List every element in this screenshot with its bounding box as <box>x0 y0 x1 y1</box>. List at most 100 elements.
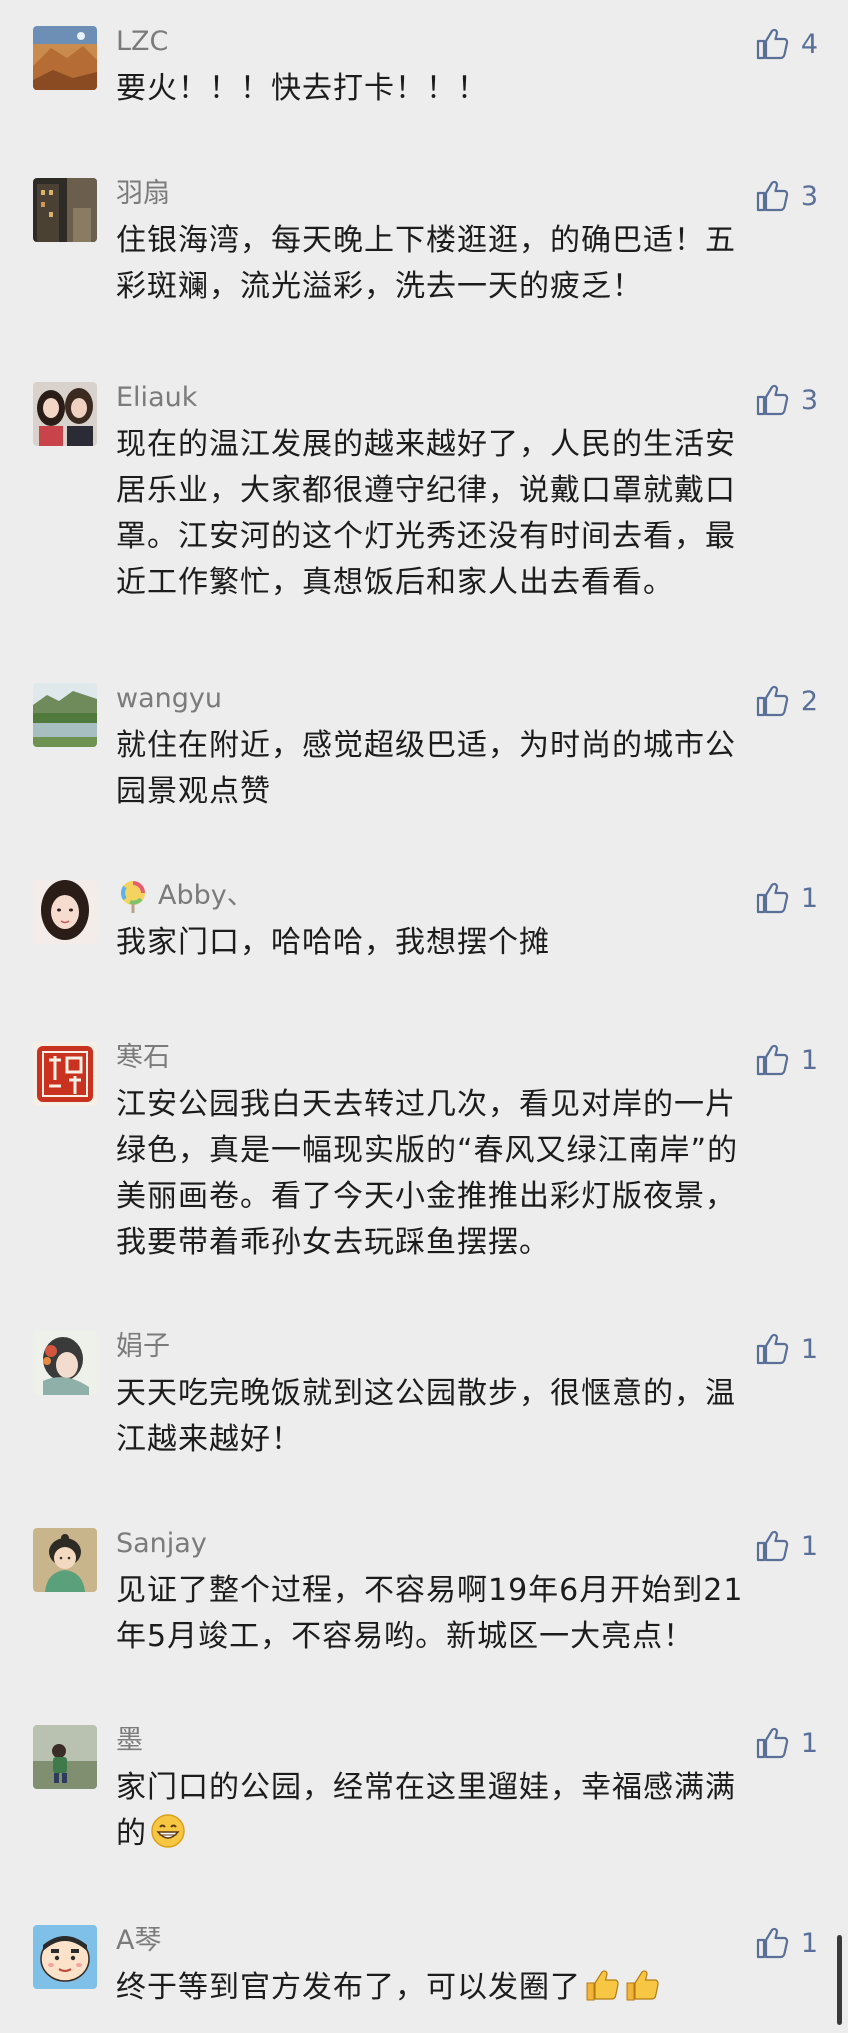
nickname-text[interactable]: Sanjay <box>116 1524 207 1564</box>
avatar[interactable] <box>33 1042 97 1106</box>
comment-text: 终于等到官方发布了，可以发圈了 <box>116 1965 816 2011</box>
comment-text: 天天吃完晚饭就到这公园散步，很惬意的，温 江越来越好！ <box>116 1371 816 1463</box>
thumbs-up-icon <box>756 1727 789 1759</box>
nickname-text[interactable]: 娟子 <box>116 1327 170 1367</box>
grin-emoji-icon <box>149 1812 187 1850</box>
comment-line: 住银海湾，每天晚上下楼逛逛，的确巴适！五 <box>116 223 736 258</box>
comment-text: 我家门口，哈哈哈，我想摆个摊 <box>116 920 816 966</box>
comment-line: 绿色，真是一幅现实版的“春风又绿江南岸”的 <box>116 1133 739 1168</box>
comment-nickname[interactable]: wangyu <box>116 679 222 719</box>
avatar[interactable] <box>33 178 97 242</box>
comment-text: 住银海湾，每天晚上下楼逛逛，的确巴适！五 彩斑斓，流光溢彩，洗去一天的疲乏！ <box>116 218 816 310</box>
comment-line-text: 终于等到官方发布了，可以发圈了 <box>116 1970 581 2005</box>
comment-line: 就住在附近，感觉超级巴适，为时尚的城市公 <box>116 728 736 763</box>
nickname-text[interactable]: A琴 <box>116 1921 161 1961</box>
like-button[interactable]: 1 <box>755 1923 818 1963</box>
crayon-shinchan-avatar-icon <box>33 1925 97 1989</box>
comment-line: 近工作繁忙，真想饭后和家人出去看看。 <box>116 565 674 600</box>
thumbs-up-icon <box>756 384 789 416</box>
comment-line: 我要带着乖孙女去玩踩鱼摆摆。 <box>116 1225 550 1260</box>
like-count: 2 <box>800 685 818 717</box>
comment-text: 现在的温江发展的越来越好了，人民的生活安 居乐业，大家都很遵守纪律，说戴口罩就戴… <box>116 422 816 606</box>
nickname-text[interactable]: 寒石 <box>116 1038 170 1078</box>
comment-line: 要火！！！快去打卡！！！ <box>116 71 488 106</box>
thumbs-up-icon <box>756 180 789 212</box>
red-seal-avatar-icon <box>33 1042 97 1106</box>
comment-line: 园景观点赞 <box>116 774 271 809</box>
comment-nickname[interactable]: 墨 <box>116 1721 143 1761</box>
like-button[interactable]: 2 <box>755 681 818 721</box>
like-button[interactable]: 1 <box>755 1329 818 1369</box>
avatar[interactable] <box>33 1925 97 1989</box>
comment-text: 江安公园我白天去转过几次，看见对岸的一片 绿色，真是一幅现实版的“春风又绿江南岸… <box>116 1082 816 1266</box>
like-button[interactable]: 1 <box>755 1040 818 1080</box>
like-button[interactable]: 3 <box>755 380 818 420</box>
thumbs-up-emoji-icon <box>583 1966 621 2004</box>
like-count: 1 <box>800 1333 818 1365</box>
cartoon-girl-avatar-icon <box>33 1528 97 1592</box>
avatar[interactable] <box>33 1331 97 1395</box>
comment-nickname[interactable]: 娟子 <box>116 1327 170 1367</box>
like-button[interactable]: 1 <box>755 1526 818 1566</box>
child-outdoor-avatar-icon <box>33 1725 97 1789</box>
comment-line: 家门口的公园，经常在这里遛娃，幸福感满满 <box>116 1770 736 1805</box>
comment-nickname[interactable]: LZC <box>116 22 168 62</box>
comment-nickname[interactable]: Abby、 <box>116 876 254 916</box>
girl-portrait-avatar-icon <box>33 880 97 944</box>
like-button[interactable]: 1 <box>755 1723 818 1763</box>
comment-line: 彩斑斓，流光溢彩，洗去一天的疲乏！ <box>116 269 643 304</box>
comment-line: 见证了整个过程，不容易啊19年6月开始到21 <box>116 1573 744 1608</box>
thumbs-up-emoji-icon <box>623 1966 661 2004</box>
like-count: 1 <box>800 1927 818 1959</box>
like-count: 3 <box>800 384 818 416</box>
thumbs-up-icon <box>756 685 789 717</box>
dark-building-avatar-icon <box>33 178 97 242</box>
comment-line: 现在的温江发展的越来越好了，人民的生活安 <box>116 427 736 462</box>
nickname-text[interactable]: Eliauk <box>116 378 197 418</box>
comment-line: 终于等到官方发布了，可以发圈了 <box>116 1965 816 2011</box>
avatar[interactable] <box>33 683 97 747</box>
avatar[interactable] <box>33 880 97 944</box>
comment-nickname[interactable]: 寒石 <box>116 1038 170 1078</box>
avatar[interactable] <box>33 1725 97 1789</box>
thumbs-up-icon <box>756 1333 789 1365</box>
like-count: 1 <box>800 1530 818 1562</box>
nickname-text[interactable]: 羽扇 <box>116 174 170 214</box>
comment-nickname[interactable]: A琴 <box>116 1921 161 1961</box>
comment-line: 江越来越好！ <box>116 1422 302 1457</box>
lollipop-icon <box>116 879 150 913</box>
desert-rock-avatar-icon <box>33 26 97 90</box>
painted-lady-avatar-icon <box>33 1331 97 1395</box>
thumbs-up-icon <box>756 1927 789 1959</box>
like-button[interactable]: 3 <box>755 176 818 216</box>
comment-nickname[interactable]: 羽扇 <box>116 174 170 214</box>
avatar[interactable] <box>33 1528 97 1592</box>
avatar[interactable] <box>33 26 97 90</box>
comment-text: 就住在附近，感觉超级巴适，为时尚的城市公 园景观点赞 <box>116 723 816 815</box>
avatar[interactable] <box>33 382 97 446</box>
comment-line: 天天吃完晚饭就到这公园散步，很惬意的，温 <box>116 1376 736 1411</box>
nickname-text[interactable]: LZC <box>116 22 168 62</box>
like-button[interactable]: 1 <box>755 878 818 918</box>
comment-text: 家门口的公园，经常在这里遛娃，幸福感满满 的 <box>116 1765 816 1857</box>
comment-line: 居乐业，大家都很遵守纪律，说戴口罩就戴口 <box>116 473 736 508</box>
comment-nickname[interactable]: Eliauk <box>116 378 197 418</box>
comment-nickname[interactable]: Sanjay <box>116 1524 207 1564</box>
comment-line: 罩。江安河的这个灯光秀还没有时间去看，最 <box>116 519 736 554</box>
nickname-text[interactable]: Abby、 <box>158 876 254 916</box>
comment-text: 见证了整个过程，不容易啊19年6月开始到21 年5月竣工，不容易哟。新城区一大亮… <box>116 1568 816 1660</box>
two-girls-avatar-icon <box>33 382 97 446</box>
like-button[interactable]: 4 <box>755 24 818 64</box>
thumbs-up-icon <box>756 28 789 60</box>
comment-text: 要火！！！快去打卡！！！ <box>116 66 816 112</box>
scrollbar[interactable] <box>837 1935 842 2025</box>
comment-line: 美丽画卷。看了今天小金推推出彩灯版夜景， <box>116 1179 736 1214</box>
comment-line: 江安公园我白天去转过几次，看见对岸的一片 <box>116 1087 736 1122</box>
thumbs-up-icon <box>756 1530 789 1562</box>
like-count: 1 <box>800 1727 818 1759</box>
like-count: 4 <box>800 28 818 60</box>
lake-landscape-avatar-icon <box>33 683 97 747</box>
comment-line-text: 的 <box>116 1816 147 1851</box>
nickname-text[interactable]: 墨 <box>116 1721 143 1761</box>
nickname-text[interactable]: wangyu <box>116 679 222 719</box>
